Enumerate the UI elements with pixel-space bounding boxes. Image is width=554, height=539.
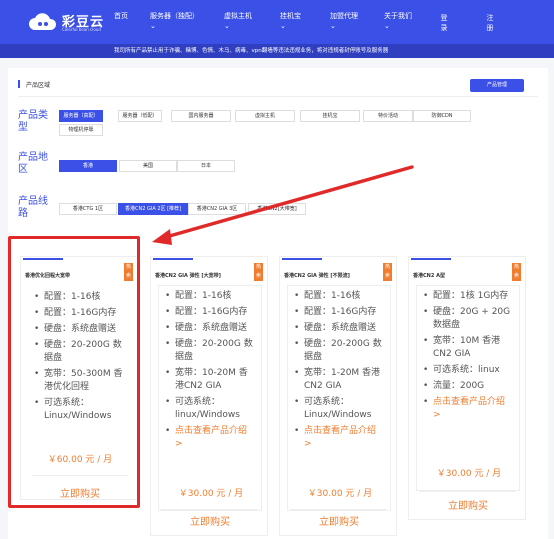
spec-item: 流量：200G [423,380,513,393]
card-accent-bar [282,258,322,260]
type-option-high-server[interactable]: 服务器（高配） [59,110,103,122]
product-details: 配置：1-16核 配置：1-16G内存 硬盘：系统盘赠送 硬盘：20-200G … [287,285,391,511]
nav-label: 虚拟主机 [224,12,252,20]
notice-bar: 我司所有产品禁止用于诈骗、赌博、色情、木马、病毒、vpn翻墙等违法违规业务，将对… [0,44,554,58]
chevron-down-icon: ⌄ [280,22,286,30]
line-option-cn2-bandwidth[interactable]: 香港CN2[大带宽] [248,203,306,215]
type-option-hangup[interactable]: 挂机宝 [300,110,360,122]
line-option-cn2-gia-2[interactable]: 香港CN2 GIA 2区 [推荐] [118,203,188,215]
product-card: 香港CN2 GIA 弹性 [不限流] 热卖 配置：1-16核 配置：1-16G内… [279,256,397,536]
spec-item: 宽带：10M 香港CN2 GIA [423,335,513,361]
product-price: ￥30.00 元 / 月 [307,489,373,499]
spec-item: 可选系统：linux/Windows [165,396,255,422]
region-option-us[interactable]: 美国 [119,160,177,172]
section-marker [18,80,20,88]
buy-now-button[interactable]: 立即购买 [416,497,520,512]
region-option-hk[interactable]: 香港 [59,160,117,172]
spec-item: 配置：1-16G内存 [294,306,384,319]
divider [419,491,515,492]
spec-item: 硬盘：系统盘赠送 [165,322,255,335]
product-name: 香港CN2 A型 [413,273,445,279]
chevron-down-icon: ⌄ [150,22,156,30]
product-price: ￥30.00 元 / 月 [436,469,502,479]
buy-now-button[interactable]: 立即购买 [287,513,391,528]
product-details: 配置：1核 1G内存 硬盘：20G + 20G 数据盘 宽带：10M 香港CN2… [416,285,520,491]
chevron-down-icon: ⌄ [224,22,230,30]
spec-item: 硬盘：20-200G 数据盘 [294,338,384,364]
product-card: 香港CN2 GIA 弹性 [大宽带] 热卖 配置：1-16核 配置：1-16G内… [150,256,268,536]
spec-item: 宽带：10-20M 香港CN2 GIA [165,367,255,393]
nav-agent[interactable]: 加盟代理 ⌄ [330,12,358,31]
line-option-cn2-gia-3[interactable]: 香港CN2 GIA 3区 [188,203,246,215]
hot-badge: 热卖 [383,263,392,281]
filter-label-region: 产品地区 [18,152,48,175]
nav-label: 加盟代理 [330,12,358,20]
spec-item: 硬盘：20-200G 数据盘 [165,338,255,364]
product-price: ￥30.00 元 / 月 [178,489,244,499]
nav-servers[interactable]: 服务器（独配） ⌄ [150,12,199,31]
divider [161,509,257,510]
register-label: 注册 [486,14,494,32]
divider [290,509,386,510]
spec-item: 硬盘：20G + 20G 数据盘 [423,306,513,332]
nav-label: 关于我们 [384,12,412,20]
login-label: 登录 [440,14,448,32]
product-intro-link[interactable]: 点击查看产品介绍 > [165,425,255,451]
buy-now-button[interactable]: 立即购买 [158,513,262,528]
brand-tagline: Colorful bean cloud [62,27,101,32]
product-name: 香港CN2 GIA 弹性 [大宽带] [155,273,221,279]
product-intro-link[interactable]: 点击查看产品介绍 > [294,425,384,451]
type-option-domestic[interactable]: 国内服务器 [171,110,231,122]
spec-item: 宽带：1-20M 香港CN2 GIA [294,367,384,393]
nav-about[interactable]: 关于我们 ⌄ [384,12,412,31]
type-option-special[interactable]: 特价活动 [363,110,413,122]
spec-item: 配置：1-16G内存 [165,306,255,319]
register-button[interactable]: 注册 [484,8,496,37]
annotation-highlight-box [8,236,140,508]
divider [18,96,538,97]
product-manage-button[interactable]: 产品管理 [470,79,524,92]
spec-item: 可选系统：Linux/Windows [294,396,384,422]
hot-badge: 热卖 [254,263,263,281]
product-intro-link[interactable]: 点击查看产品介绍 > [423,396,513,422]
hot-badge: 热卖 [512,263,521,281]
line-option-ctg1[interactable]: 香港CTG 1区 [59,203,117,215]
spec-item: 配置：1-16核 [165,290,255,303]
chevron-down-icon: ⌄ [384,22,390,30]
type-option-low-server[interactable]: 服务器（低配） [118,110,162,122]
card-accent-bar [153,258,193,260]
nav-label: 服务器（独配） [150,12,199,20]
type-option-physical[interactable]: 物理机停靠 [59,124,103,136]
type-option-cdn[interactable]: 防御CDN [413,110,471,122]
chevron-down-icon: ⌄ [330,22,336,30]
cloud-logo-icon [29,13,57,30]
nav-virtual-host[interactable]: 虚拟主机 ⌄ [224,12,252,31]
brand-logo[interactable]: 彩豆云 Colorful bean cloud [28,9,108,35]
filter-label-type: 产品类型 [18,110,48,133]
spec-item: 硬盘：系统盘赠送 [294,322,384,335]
nav-label: 首页 [114,12,128,20]
login-button[interactable]: 登录 [438,8,450,37]
filter-label-line: 产品线路 [18,196,48,219]
spec-item: 配置：1-16核 [294,290,384,303]
nav-hangup[interactable]: 挂机宝 ⌄ [280,12,301,31]
spec-item: 配置：1核 1G内存 [423,290,513,303]
region-option-jp[interactable]: 日本 [177,160,235,172]
nav-home[interactable]: 首页 [114,12,128,21]
nav-label: 挂机宝 [280,12,301,20]
top-navigation: 彩豆云 Colorful bean cloud 首页 服务器（独配） ⌄ 虚拟主机… [0,0,554,44]
product-card: 香港CN2 A型 热卖 配置：1核 1G内存 硬盘：20G + 20G 数据盘 … [408,256,526,520]
section-title: 产品区域 [26,82,51,89]
card-accent-bar [411,258,451,260]
spec-item: 可选系统：linux [423,364,513,377]
section-header: 产品区域 产品管理 [18,78,538,92]
type-option-virtual-host[interactable]: 虚拟主机 [235,110,295,122]
product-details: 配置：1-16核 配置：1-16G内存 硬盘：系统盘赠送 硬盘：20-200G … [158,285,262,511]
product-name: 香港CN2 GIA 弹性 [不限流] [284,273,350,279]
